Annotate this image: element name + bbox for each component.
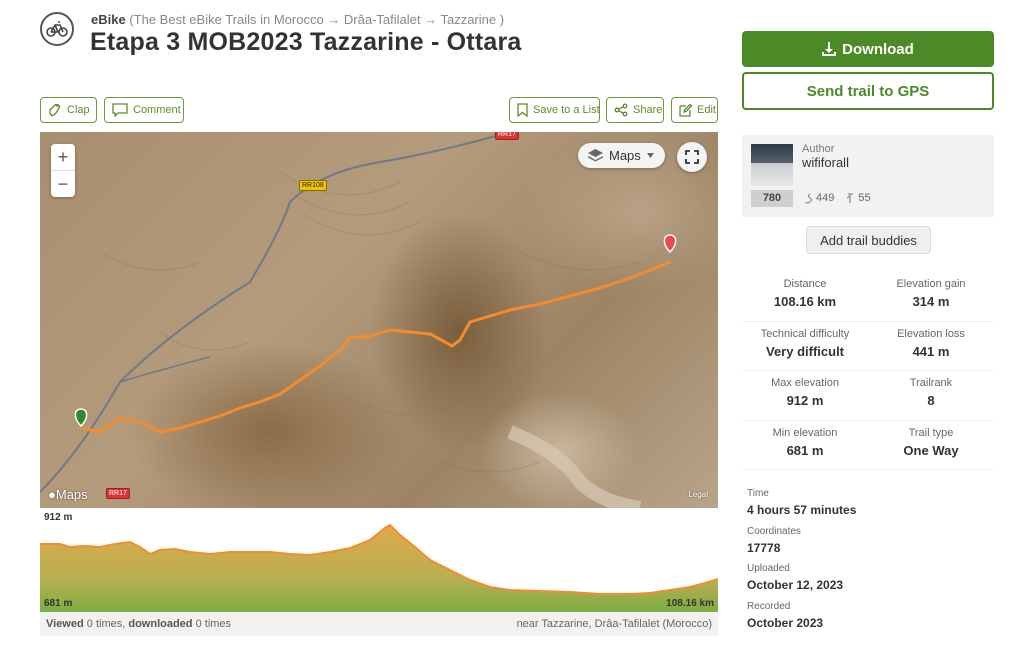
- trail-map[interactable]: + − Maps RR108 RR17 RR17 ●Maps Legal: [40, 132, 718, 508]
- maps-logo: ●Maps: [48, 487, 88, 502]
- author-rank: 780: [751, 190, 793, 207]
- edit-icon: [679, 103, 692, 117]
- author-stats: 449 55: [804, 192, 871, 204]
- start-marker: [74, 408, 88, 428]
- elevation-area: [40, 525, 718, 612]
- caret-down-icon: [646, 153, 654, 158]
- trail-meta: Time 4 hours 57 minutes Coordinates 17778 …: [747, 488, 987, 639]
- layers-icon: [588, 149, 603, 162]
- meta-recorded: Recorded October 2023: [747, 601, 824, 631]
- road-line: [40, 132, 511, 493]
- fullscreen-button[interactable]: [677, 142, 707, 172]
- author-label: Author: [802, 143, 835, 155]
- stat-max-elevation: Max elevation 912 m: [771, 377, 839, 408]
- share-button[interactable]: Share: [606, 97, 664, 123]
- author-trails: 55: [846, 192, 871, 204]
- route-line: [81, 260, 671, 434]
- stats-row: Max elevation 912 m Trailrank 8: [742, 371, 994, 421]
- trail-header: eBike (The Best eBike Trails in Morocco …: [40, 10, 720, 60]
- stat-elevation-gain: Elevation gain 314 m: [896, 278, 966, 309]
- elevation-max-label: 912 m: [44, 512, 73, 523]
- author-name[interactable]: wififorall: [802, 155, 849, 170]
- download-button[interactable]: Download: [742, 31, 994, 67]
- stats-row: Min elevation 681 m Trail type One Way: [742, 421, 994, 470]
- followers-icon: [805, 193, 812, 203]
- send-to-gps-button[interactable]: Send trail to GPS: [742, 72, 994, 110]
- downloaded-value: 0 times: [195, 618, 232, 630]
- share-icon: [614, 103, 628, 117]
- view-counts: Viewed 0 times, downloaded 0 times: [46, 618, 231, 630]
- zoom-in-button[interactable]: +: [51, 144, 75, 170]
- comment-label: Comment: [133, 104, 181, 116]
- download-icon: [822, 42, 837, 56]
- elevation-distance-label: 108.16 km: [666, 598, 714, 609]
- clap-icon: [49, 103, 61, 117]
- breadcrumb-path[interactable]: (The Best eBike Trails in Morocco → Drâa…: [129, 12, 504, 27]
- stats-row: Technical difficulty Very difficult Eleva…: [742, 322, 994, 371]
- edit-button[interactable]: Edit: [671, 97, 718, 123]
- zoom-control: + −: [51, 144, 75, 197]
- stat-distance: Distance 108.16 km: [773, 278, 837, 309]
- meta-time: Time 4 hours 57 minutes: [747, 488, 857, 517]
- stat-trail-type: Trail type One Way: [903, 426, 959, 458]
- viewed-value: 0 times,: [86, 618, 126, 630]
- map-layer-button[interactable]: Maps: [578, 143, 665, 168]
- clap-button[interactable]: Clap: [40, 97, 97, 123]
- end-marker: [663, 234, 677, 254]
- comment-icon: [112, 103, 128, 117]
- bookmark-icon: [517, 103, 528, 117]
- zoom-out-button[interactable]: −: [51, 170, 75, 196]
- edit-label: Edit: [697, 104, 716, 116]
- legal-link[interactable]: Legal: [688, 490, 708, 499]
- elevation-profile[interactable]: 912 m 681 m 108.16 km: [40, 508, 719, 612]
- meta-coordinates: Coordinates 17778: [747, 525, 801, 555]
- author-followers: 449: [804, 192, 834, 204]
- trail-location[interactable]: near Tazzarine, Drâa-Tafilalet (Morocco): [517, 618, 712, 630]
- stat-technical-difficulty: Technical difficulty Very difficult: [760, 327, 850, 359]
- add-trail-buddies-button[interactable]: Add trail buddies: [806, 226, 931, 254]
- stat-elevation-loss: Elevation loss 441 m: [897, 327, 965, 359]
- meta-uploaded: Uploaded October 12, 2023: [747, 563, 844, 593]
- road-label-rr17-top: RR17: [495, 132, 519, 140]
- road-label-rr17-bottom: RR17: [106, 488, 130, 499]
- apple-icon: ●: [48, 487, 56, 502]
- trail-stats: Distance 108.16 km Elevation gain 314 m Te…: [742, 272, 994, 470]
- comment-button[interactable]: Comment: [104, 97, 184, 123]
- author-avatar[interactable]: [751, 144, 793, 186]
- trails-icon: [847, 193, 854, 203]
- stat-min-elevation: Min elevation 681 m: [772, 426, 838, 458]
- fullscreen-icon: [685, 150, 699, 164]
- bike-activity-icon: [40, 12, 74, 46]
- save-label: Save to a List: [533, 104, 600, 116]
- author-card: 780 Author wififorall 449 55: [742, 135, 994, 217]
- download-label: Download: [842, 40, 914, 58]
- stat-trailrank: Trailrank 8: [909, 377, 953, 408]
- breadcrumb: eBike (The Best eBike Trails in Morocco …: [91, 12, 504, 27]
- breadcrumb-activity[interactable]: eBike: [91, 12, 126, 27]
- elevation-chart: [40, 523, 719, 612]
- map-overlay: [40, 132, 677, 508]
- page-title: Etapa 3 MOB2023 Tazzarine - Ottara: [90, 28, 522, 56]
- trail-footer: Viewed 0 times, downloaded 0 times near …: [40, 612, 718, 636]
- viewed-label: Viewed: [46, 618, 84, 630]
- downloaded-label: downloaded: [128, 618, 193, 630]
- elevation-min-label: 681 m: [44, 598, 73, 609]
- save-to-list-button[interactable]: Save to a List: [509, 97, 600, 123]
- share-label: Share: [633, 104, 663, 116]
- map-layer-label: Maps: [609, 148, 641, 163]
- clap-label: Clap: [67, 104, 90, 116]
- stats-row: Distance 108.16 km Elevation gain 314 m: [742, 272, 994, 322]
- road-label-rr108: RR108: [299, 180, 327, 191]
